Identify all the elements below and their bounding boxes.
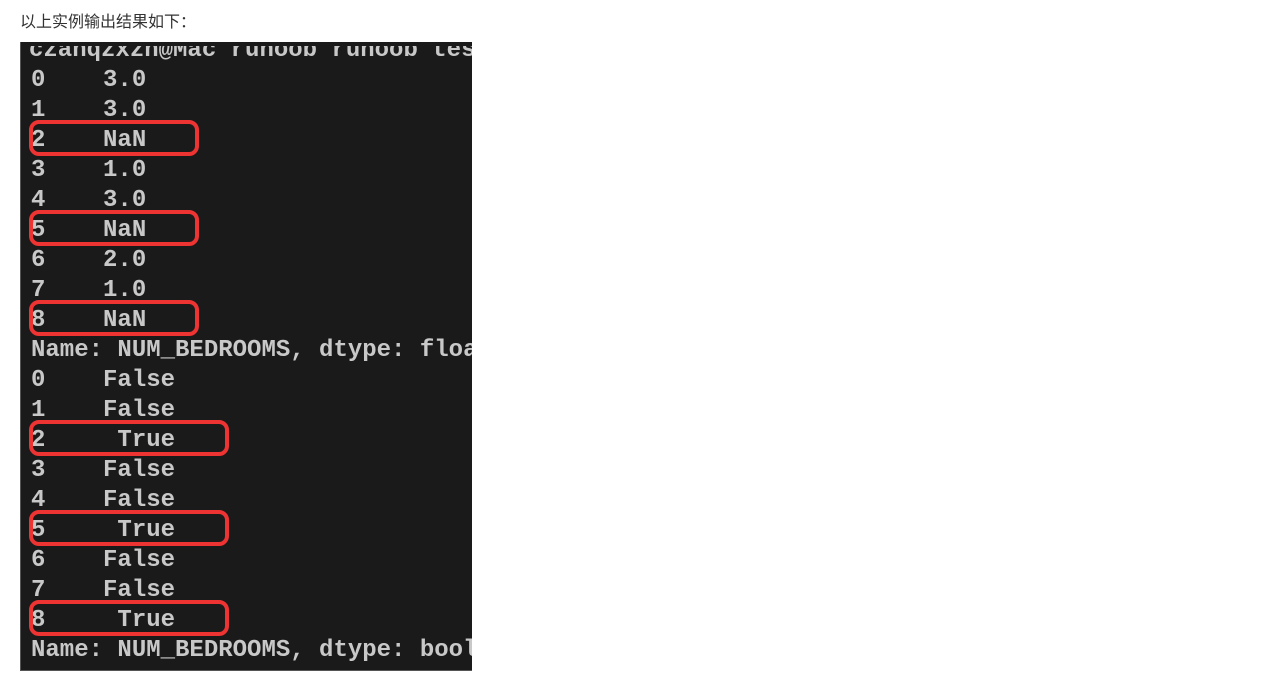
s1-idx-0: 0 [31, 67, 45, 94]
series1-row-2: 2 NaN [29, 126, 472, 156]
s1-idx-3: 3 [31, 157, 45, 184]
s2-idx-7: 7 [31, 577, 45, 604]
s1-val-8: NaN [103, 307, 146, 334]
series1-row-8: 8 NaN [29, 306, 472, 336]
series2-row-4: 4 False [29, 486, 472, 516]
s2-val-2: True [103, 427, 175, 454]
s1-val-5: NaN [103, 217, 146, 244]
s1-idx-6: 6 [31, 247, 45, 274]
s1-val-3: 1.0 [103, 157, 146, 184]
s1-val-1: 3.0 [103, 97, 146, 124]
series1-row-7: 7 1.0 [29, 276, 472, 306]
series2-row-5: 5 True [29, 516, 472, 546]
series1-row-6: 6 2.0 [29, 246, 472, 276]
series1-row-4: 4 3.0 [29, 186, 472, 216]
series2-row-8: 8 True [29, 606, 472, 636]
s2-idx-8: 8 [31, 607, 45, 634]
series2-row-2: 2 True [29, 426, 472, 456]
s2-val-7: False [103, 577, 175, 604]
series2-row-1: 1 False [29, 396, 472, 426]
caption-text: 以上实例输出结果如下： [20, 8, 1242, 32]
series1-row-0: 0 3.0 [29, 66, 472, 96]
s1-idx-5: 5 [31, 217, 45, 244]
s1-val-2: NaN [103, 127, 146, 154]
s2-idx-1: 1 [31, 397, 45, 424]
s2-idx-5: 5 [31, 517, 45, 544]
partial-top-line: czanqzxzn@Mac runoob runoob test [29, 46, 472, 66]
s1-val-0: 3.0 [103, 67, 146, 94]
terminal-output: czanqzxzn@Mac runoob runoob test 0 3.0 1… [20, 42, 472, 671]
series2-row-7: 7 False [29, 576, 472, 606]
s1-idx-8: 8 [31, 307, 45, 334]
s2-idx-2: 2 [31, 427, 45, 454]
s1-idx-2: 2 [31, 127, 45, 154]
s2-idx-0: 0 [31, 367, 45, 394]
series1-row-1: 1 3.0 [29, 96, 472, 126]
series2-row-6: 6 False [29, 546, 472, 576]
s2-idx-4: 4 [31, 487, 45, 514]
series2-row-0: 0 False [29, 366, 472, 396]
s2-val-4: False [103, 487, 175, 514]
s1-idx-1: 1 [31, 97, 45, 124]
s1-val-6: 2.0 [103, 247, 146, 274]
series1-footer: Name: NUM_BEDROOMS, dtype: float64 [29, 336, 472, 366]
partial-top-text: czanqzxzn@Mac runoob runoob test [29, 46, 472, 64]
s2-val-8: True [103, 607, 175, 634]
s1-idx-7: 7 [31, 277, 45, 304]
s1-idx-4: 4 [31, 187, 45, 214]
series1-row-5: 5 NaN [29, 216, 472, 246]
s2-val-5: True [103, 517, 175, 544]
s2-val-6: False [103, 547, 175, 574]
s2-val-1: False [103, 397, 175, 424]
series1-row-3: 3 1.0 [29, 156, 472, 186]
s1-val-7: 1.0 [103, 277, 146, 304]
s2-idx-3: 3 [31, 457, 45, 484]
s2-idx-6: 6 [31, 547, 45, 574]
series2-footer: Name: NUM_BEDROOMS, dtype: bool [29, 636, 472, 666]
s2-val-3: False [103, 457, 175, 484]
s1-val-4: 3.0 [103, 187, 146, 214]
series2-row-3: 3 False [29, 456, 472, 486]
s2-val-0: False [103, 367, 175, 394]
